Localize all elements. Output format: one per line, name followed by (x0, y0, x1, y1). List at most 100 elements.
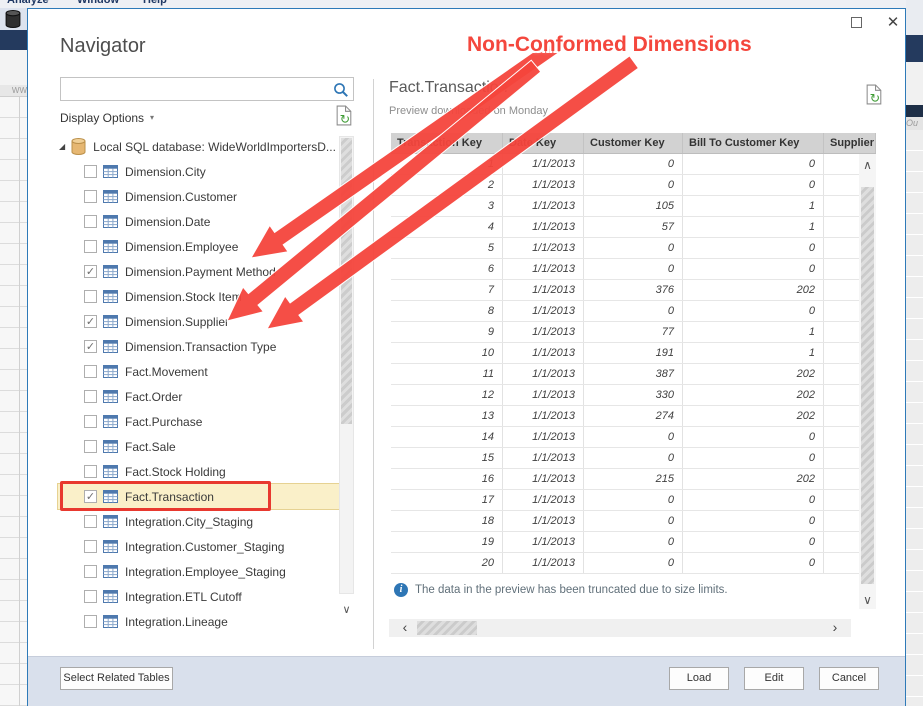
background-toolbar (0, 8, 27, 30)
select-related-tables-button[interactable]: Select Related Tables (60, 667, 173, 690)
table-cell-empty (824, 448, 859, 468)
checkbox[interactable] (84, 190, 97, 203)
background-left-strip: WW (0, 8, 27, 706)
table-row: 171/1/201300 (391, 490, 859, 511)
checkbox[interactable] (84, 290, 97, 303)
refresh-list-button[interactable]: ↻ (336, 105, 353, 131)
table-cell-empty (824, 259, 859, 279)
checkbox[interactable] (84, 365, 97, 378)
table-row: 131/1/2013274202 (391, 406, 859, 427)
edit-button[interactable]: Edit (744, 667, 804, 690)
table-icon (103, 240, 118, 253)
checkbox[interactable] (84, 565, 97, 578)
checkbox[interactable]: ✓ (84, 490, 97, 503)
refresh-preview-button[interactable]: ↻ (866, 84, 883, 110)
checkbox[interactable]: ✓ (84, 340, 97, 353)
table-cell: 1/1/2013 (503, 175, 584, 195)
checkbox[interactable] (84, 165, 97, 178)
table-cell: 376 (584, 280, 683, 300)
scrollbar-thumb[interactable] (417, 621, 477, 635)
tree-item-dimension-transaction-type[interactable]: ✓ Dimension.Transaction Type (58, 334, 340, 359)
database-icon (5, 10, 21, 28)
table-cell: 8 (391, 301, 503, 321)
tree-item-fact-purchase[interactable]: Fact.Purchase (58, 409, 340, 434)
load-button[interactable]: Load (669, 667, 729, 690)
preview-horizontal-scrollbar[interactable]: ‹ › (389, 619, 851, 637)
tree-item-integration-city-staging[interactable]: Integration.City_Staging (58, 509, 340, 534)
tree-item-fact-order[interactable]: Fact.Order (58, 384, 340, 409)
tree-item-fact-stock-holding[interactable]: Fact.Stock Holding (58, 459, 340, 484)
tree-item-dimension-date[interactable]: Dimension.Date (58, 209, 340, 234)
search-box (60, 77, 354, 101)
menu-analyze[interactable]: Analyze (7, 0, 49, 6)
checkbox[interactable] (84, 390, 97, 403)
tree-item-dimension-payment-method[interactable]: ✓ Dimension.Payment Method (58, 259, 340, 284)
display-options-dropdown[interactable]: Display Options▾ (60, 111, 154, 125)
tree-item-dimension-supplier[interactable]: ✓ Dimension.Supplier (58, 309, 340, 334)
scroll-down-icon[interactable]: ∨ (859, 591, 876, 609)
checkbox[interactable]: ✓ (84, 265, 97, 278)
close-button[interactable]: ✕ (883, 13, 903, 33)
panel-divider (373, 79, 374, 649)
expand-icon[interactable]: ◢ (59, 142, 65, 151)
tree-scrollbar[interactable] (339, 136, 354, 594)
cancel-button[interactable]: Cancel (819, 667, 879, 690)
scroll-up-icon[interactable]: ∧ (859, 156, 876, 174)
dialog-title: Navigator (60, 35, 146, 58)
checkbox[interactable] (84, 515, 97, 528)
table-cell: 0 (584, 154, 683, 174)
table-row: 111/1/2013387202 (391, 364, 859, 385)
preview-vertical-scrollbar[interactable]: ∧ ∨ (859, 154, 876, 609)
tree-item-integration-customer-staging[interactable]: Integration.Customer_Staging (58, 534, 340, 559)
table-cell: 1/1/2013 (503, 532, 584, 552)
table-cell-empty (824, 238, 859, 258)
checkbox[interactable] (84, 240, 97, 253)
maximize-button[interactable] (846, 13, 866, 33)
preview-table-body: 11/1/20130021/1/20130031/1/2013105141/1/… (391, 154, 859, 574)
tree-item-dimension-city[interactable]: Dimension.City (58, 159, 340, 184)
checkbox[interactable] (84, 615, 97, 628)
checkbox[interactable] (84, 440, 97, 453)
checkbox[interactable] (84, 415, 97, 428)
tree-item-fact-movement[interactable]: Fact.Movement (58, 359, 340, 384)
table-cell: 202 (683, 385, 824, 405)
tree-item-dimension-stock-item[interactable]: Dimension.Stock Item (58, 284, 340, 309)
tree-item-integration-lineage[interactable]: Integration.Lineage (58, 609, 340, 634)
table-icon (103, 515, 118, 528)
tree-item-integration-employee-staging[interactable]: Integration.Employee_Staging (58, 559, 340, 584)
tree-scroll-down-icon[interactable]: ∨ (339, 602, 354, 618)
table-cell: 0 (584, 259, 683, 279)
table-icon (103, 565, 118, 578)
scrollbar-thumb[interactable] (861, 187, 874, 584)
table-row: 11/1/201300 (391, 154, 859, 175)
search-input[interactable] (65, 79, 329, 99)
menu-help[interactable]: Help (143, 0, 167, 6)
table-cell-empty (824, 490, 859, 510)
checkbox[interactable] (84, 590, 97, 603)
search-icon[interactable] (333, 82, 349, 103)
table-cell: 0 (584, 490, 683, 510)
checkbox[interactable] (84, 540, 97, 553)
checkbox[interactable]: ✓ (84, 315, 97, 328)
scrollbar-thumb[interactable] (341, 138, 352, 424)
scroll-left-icon[interactable]: ‹ (397, 619, 413, 637)
tree-item-fact-sale[interactable]: Fact.Sale (58, 434, 340, 459)
tree-item-dimension-employee[interactable]: Dimension.Employee (58, 234, 340, 259)
tree-item-integration-etl-cutoff[interactable]: Integration.ETL Cutoff (58, 584, 340, 609)
table-row: 141/1/201300 (391, 427, 859, 448)
checkbox[interactable] (84, 215, 97, 228)
table-cell-empty (824, 175, 859, 195)
table-icon (103, 590, 118, 603)
table-cell: 12 (391, 385, 503, 405)
checkbox[interactable] (84, 465, 97, 478)
table-cell: 0 (683, 154, 824, 174)
tree-item-fact-transaction[interactable]: ✓ Fact.Transaction (58, 484, 340, 509)
tree-root[interactable]: ◢ Local SQL database: WideWorldImporters… (58, 134, 340, 159)
table-row: 61/1/201300 (391, 259, 859, 280)
menu-window[interactable]: Window (77, 0, 119, 6)
background-grid (0, 97, 27, 706)
table-row: 201/1/201300 (391, 553, 859, 574)
scroll-right-icon[interactable]: › (827, 619, 843, 637)
table-icon (103, 165, 118, 178)
tree-item-dimension-customer[interactable]: Dimension.Customer (58, 184, 340, 209)
